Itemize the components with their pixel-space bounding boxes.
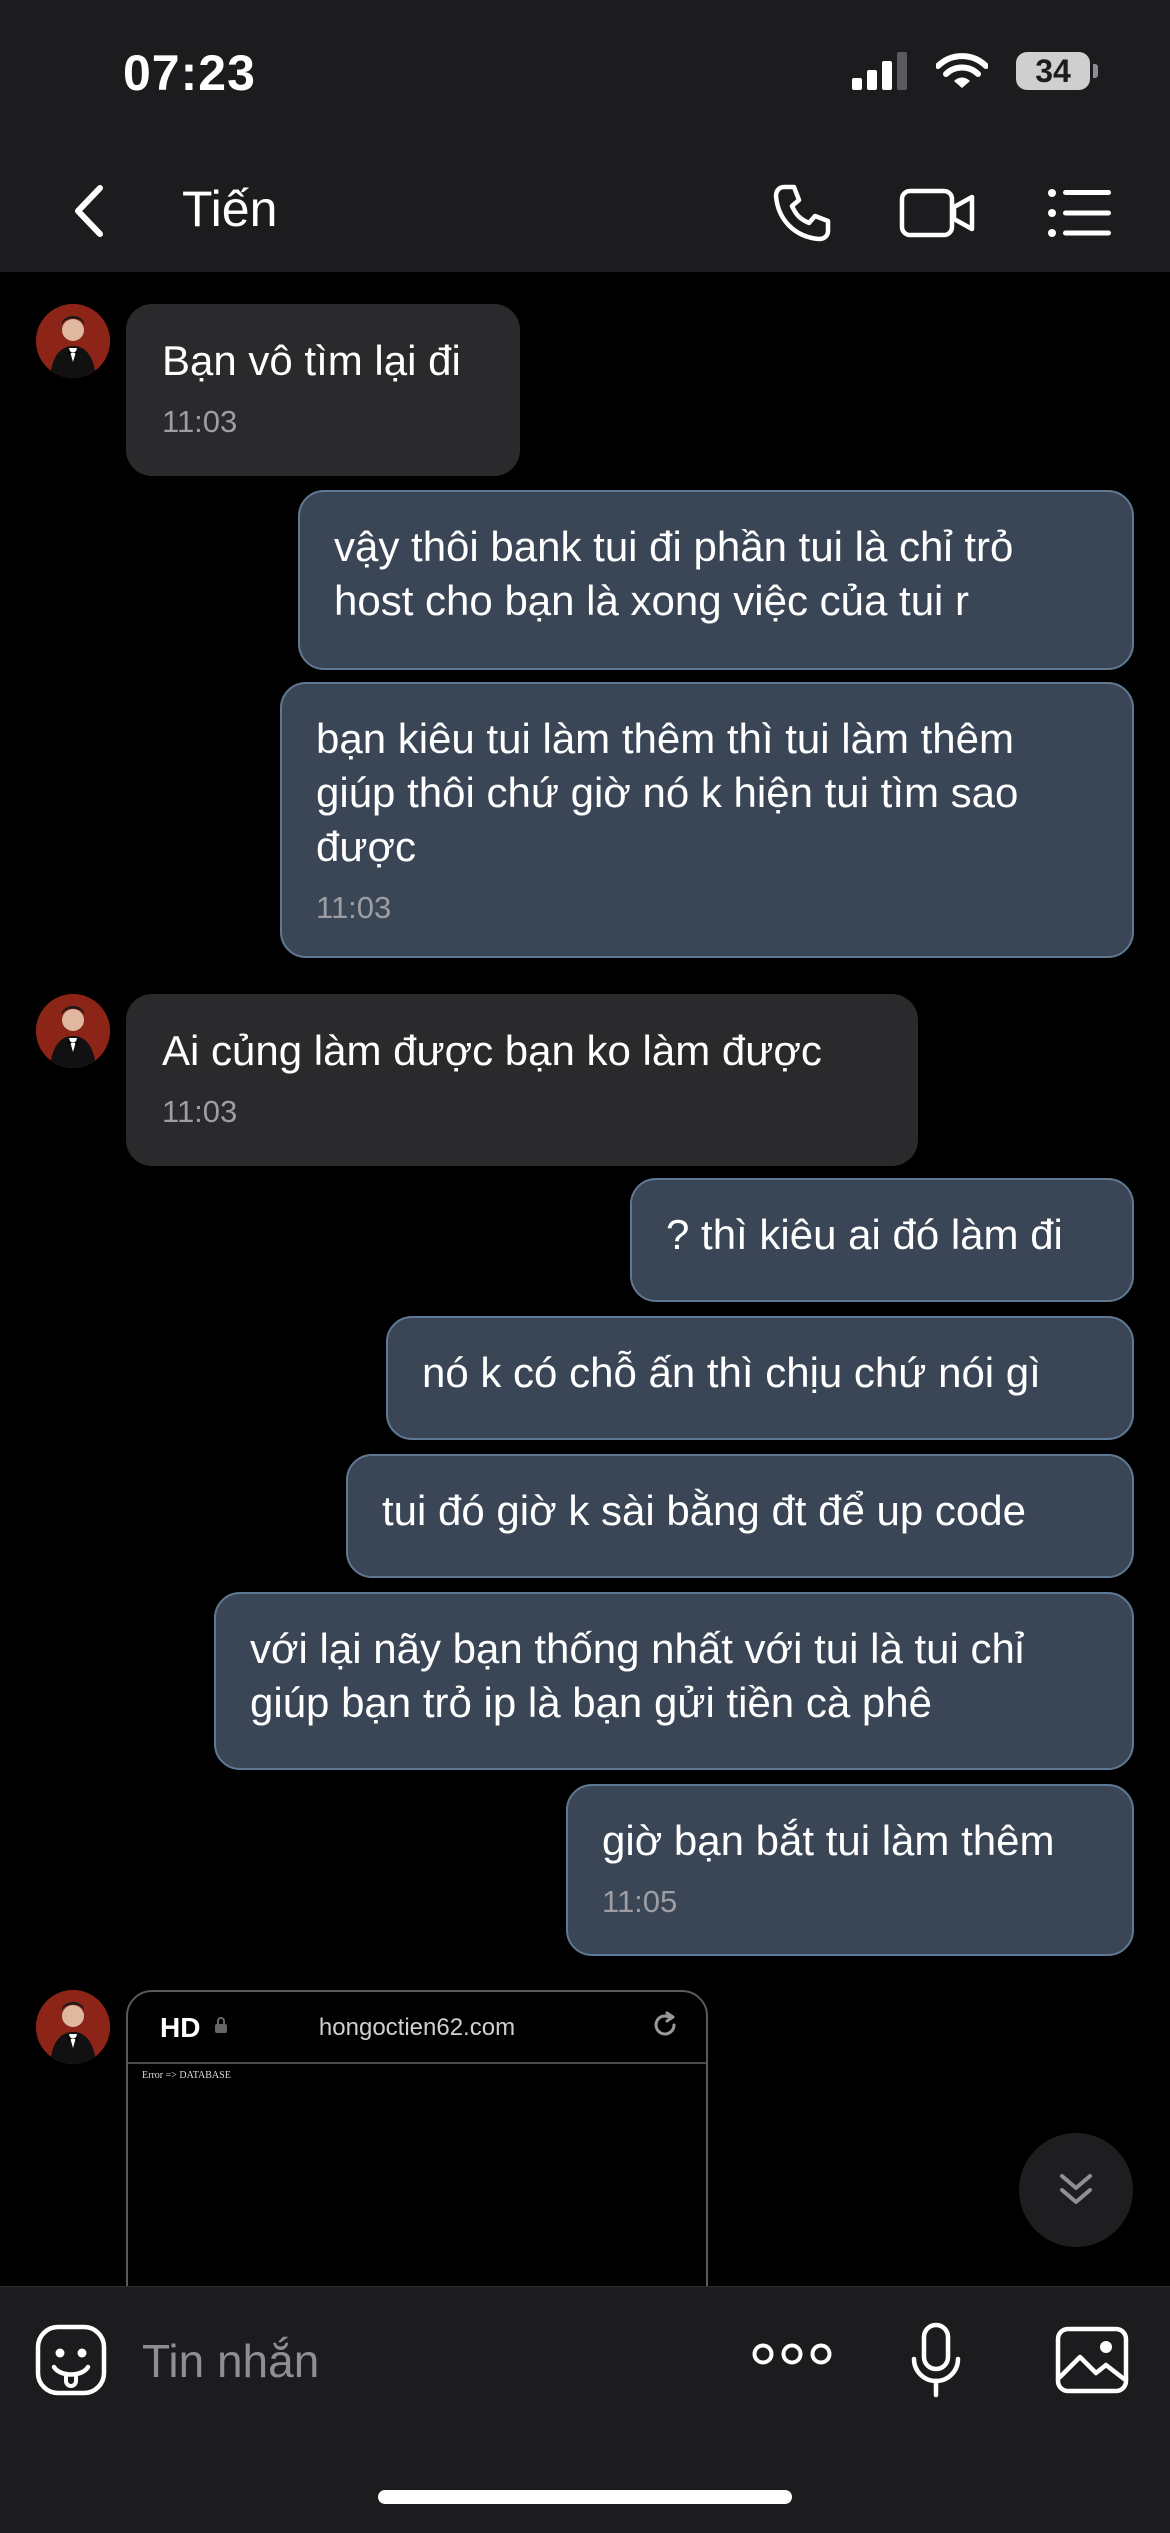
sticker-smiley-icon [35, 2324, 107, 2396]
status-time: 07:23 [123, 45, 256, 101]
message-bubble-outgoing[interactable]: bạn kiêu tui làm thêm thì tui làm thêm g… [280, 682, 1134, 958]
message-bubble-outgoing[interactable]: với lại nãy bạn thống nhất với tui là tu… [214, 1592, 1134, 1770]
message-list[interactable]: Bạn vô tìm lại đi 11:03 vậy thôi bank tu… [0, 272, 1170, 2286]
message-text: vậy thôi bank tui đi phần tui là chỉ trỏ… [334, 523, 1014, 624]
gallery-button[interactable] [1054, 2325, 1130, 2400]
contact-name[interactable]: Tiến [182, 180, 277, 238]
message-time: 11:03 [162, 1094, 238, 1129]
voice-record-button[interactable] [908, 2321, 964, 2406]
message-text: ? thì kiêu ai đó làm đi [666, 1211, 1063, 1258]
chat-header: Tiến [0, 150, 1170, 272]
message-bubble-outgoing[interactable]: vậy thôi bank tui đi phần tui là chỉ trỏ… [298, 490, 1134, 670]
list-menu-icon [1048, 189, 1111, 237]
more-dots-icon [752, 2343, 832, 2365]
battery-indicator: 34 [1016, 52, 1098, 90]
contact-avatar[interactable] [36, 1990, 110, 2064]
microphone-icon [911, 2322, 961, 2398]
message-text: với lại nãy bạn thống nhất với tui là tu… [250, 1625, 1025, 1726]
screenshot-image-message[interactable]: HD hongoctien62.com Error => DATABASE [126, 1990, 708, 2286]
message-text: Ai củng làm được bạn ko làm được [162, 1027, 822, 1074]
contact-avatar[interactable] [36, 304, 110, 378]
voice-call-button[interactable] [762, 178, 842, 248]
video-camera-icon [899, 188, 975, 238]
message-text: bạn kiêu tui làm thêm thì tui làm thêm g… [316, 715, 1019, 870]
double-chevron-down-icon [1060, 2174, 1092, 2204]
home-indicator[interactable] [378, 2490, 792, 2504]
person-avatar-icon [36, 1990, 110, 2064]
wifi-icon [936, 53, 988, 88]
message-time: 11:05 [602, 1884, 678, 1919]
browser-address-bar: HD hongoctien62.com [128, 1992, 706, 2064]
message-time: 11:03 [316, 890, 392, 925]
video-call-button[interactable] [898, 178, 978, 248]
back-button[interactable] [60, 178, 120, 244]
chat-options-button[interactable] [1040, 178, 1120, 248]
more-options-button[interactable] [752, 2339, 832, 2374]
sticker-button[interactable] [34, 2323, 108, 2402]
chevron-left-icon [75, 185, 103, 237]
message-text: tui đó giờ k sài bằng đt để up code [382, 1487, 1026, 1534]
reload-icon [654, 2011, 676, 2036]
person-avatar-icon [36, 994, 110, 1068]
image-gallery-icon [1055, 2326, 1129, 2394]
status-bar: 07:23 34 [0, 0, 1170, 150]
message-bubble-outgoing[interactable]: nó k có chỗ ấn thì chịu chứ nói gì [386, 1316, 1134, 1440]
status-icons: 34 [852, 52, 1098, 90]
message-text: nó k có chỗ ấn thì chịu chứ nói gì [422, 1349, 1041, 1396]
message-time: 11:03 [162, 404, 238, 439]
message-bubble-outgoing[interactable]: ? thì kiêu ai đó làm đi [630, 1178, 1134, 1302]
message-bubble-incoming[interactable]: Ai củng làm được bạn ko làm được 11:03 [126, 994, 918, 1166]
browser-url: hongoctien62.com [318, 2014, 516, 2041]
message-input[interactable] [142, 2331, 702, 2391]
message-bubble-incoming[interactable]: Bạn vô tìm lại đi 11:03 [126, 304, 520, 476]
message-text: Bạn vô tìm lại đi [162, 337, 461, 384]
contact-avatar[interactable] [36, 994, 110, 1068]
scroll-to-bottom-button[interactable] [1019, 2133, 1133, 2247]
cellular-signal-icon [852, 52, 907, 90]
message-bubble-outgoing[interactable]: giờ bạn bắt tui làm thêm 11:05 [566, 1784, 1134, 1956]
page-error-text: Error => DATABASE [142, 2070, 231, 2081]
message-bubble-outgoing[interactable]: tui đó giờ k sài bằng đt để up code [346, 1454, 1134, 1578]
message-text: giờ bạn bắt tui làm thêm [602, 1817, 1055, 1864]
phone-icon [773, 184, 831, 242]
person-avatar-icon [36, 304, 110, 378]
